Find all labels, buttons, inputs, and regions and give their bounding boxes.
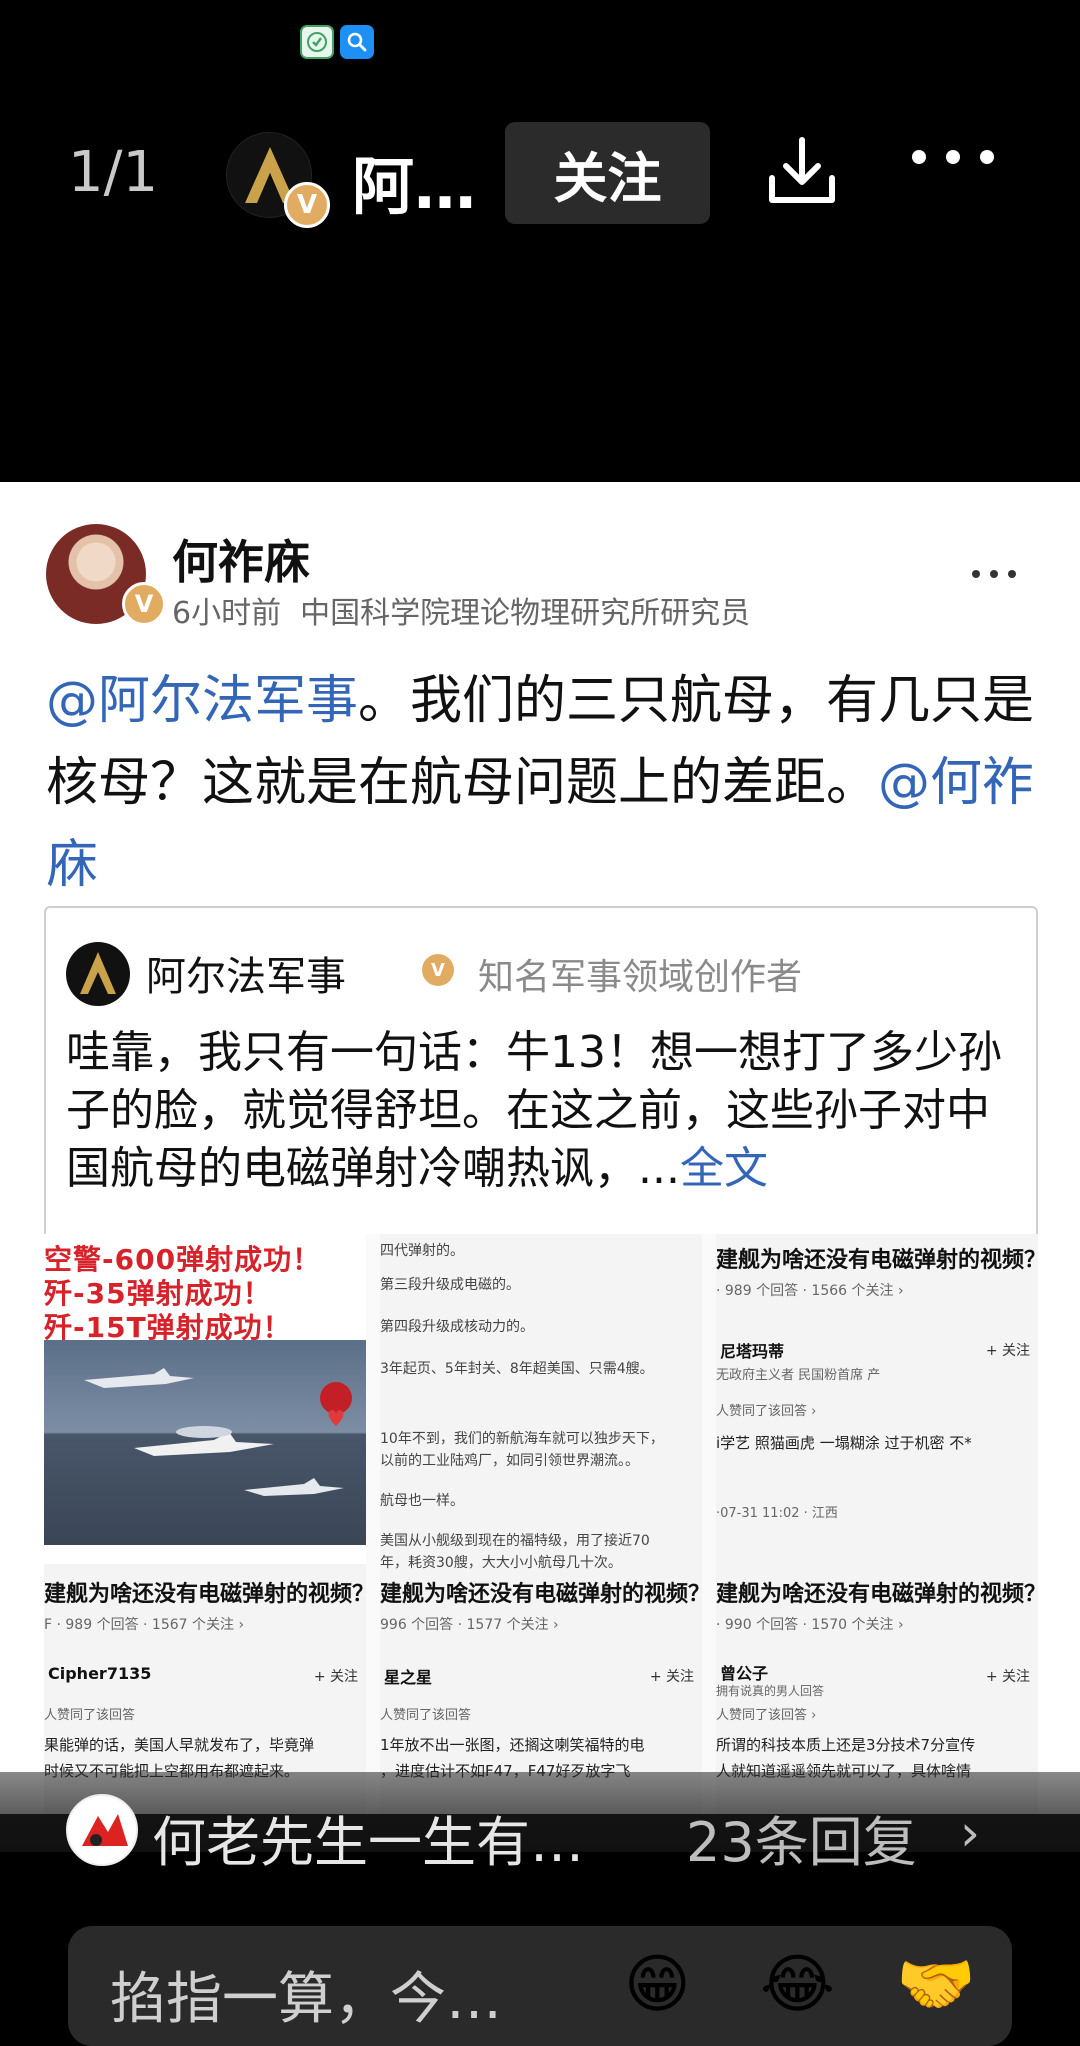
answer-line: 1年放不出一张图，还搁这喇笑福特的电 [380, 1736, 645, 1754]
collage-image-1[interactable]: 空警-600弹射成功！ 歼-35弹射成功！ 歼-15T弹射成功！ 建舰为啥还没有… [44, 1234, 366, 1814]
answer-follow: + 关注 [649, 1669, 694, 1685]
verified-badge: V [284, 182, 330, 228]
reply-preview-text[interactable]: 何老先生一生有… [152, 1798, 584, 1877]
answer-invite: 人赞同了该回答 [380, 1708, 472, 1723]
question-title: 建舰为啥还没有电磁弹射的视频？ [716, 1582, 1038, 1607]
answer-user: 星之星 [384, 1668, 433, 1687]
text-line: 第三段升级成电磁的。 [380, 1277, 520, 1293]
collage-image-2[interactable]: 四代弹射的。 第三段升级成电磁的。 第四段升级成核动力的。 3年起页、5年封关、… [380, 1234, 702, 1814]
answer-user-desc: 无政府主义者 民国粉首席 产 [716, 1368, 881, 1383]
wechat-pay-icon [300, 25, 334, 59]
answer-follow: + 关注 [985, 1343, 1030, 1359]
text-line: 年，耗资30艘，大大小小航母几十次。 [380, 1555, 622, 1571]
question-stats: · 990 个回答 · 1570 个关注 › [716, 1617, 904, 1633]
text-line: 美国从小舰级到现在的福特级，用了接近70 [380, 1533, 650, 1549]
text-line: 以前的工业陆鸡厂，如同引领世界潮流。。 [380, 1453, 639, 1469]
answer-line: 所谓的科技本质上还是3分技术7分宣传 [716, 1736, 976, 1754]
answer-line: 果能弹的话，美国人早就发布了，毕竟弹 [44, 1736, 315, 1754]
answer-line: i学艺 照猫画虎 一塌糊涂 过于机密 不* [716, 1434, 972, 1452]
top-bar: 1/1 V 阿… 关注 [0, 110, 1080, 240]
reply-count[interactable]: 23条回复 [686, 1798, 917, 1877]
quote-body: 哇靠，我只有一句话：牛13！想一想打了多少孙子的脸，就觉得舒坦。在这之前，这些孙… [66, 1024, 1022, 1198]
answer-invite: 人赞同了该回答 › [716, 1708, 817, 1723]
answer-invite: 人赞同了该回答 [44, 1708, 136, 1723]
quoted-post[interactable]: 阿尔法军事 V 知名军事领域创作者 哇靠，我只有一句话：牛13！想一想打了多少孙… [44, 906, 1038, 1246]
question-stats: 996 个回答 · 1577 个关注 › [380, 1617, 559, 1633]
quote-author-avatar [66, 942, 130, 1006]
status-bar-icons [300, 25, 374, 59]
handshake-emoji-icon[interactable]: 🤝 [896, 1950, 976, 2020]
grin-emoji-icon[interactable]: 😁 [624, 1950, 691, 2020]
quote-author-name: 阿尔法军事 [146, 954, 346, 1000]
image-counter: 1/1 [68, 140, 159, 205]
question-stats: · 989 个回答 · 1566 个关注 › [716, 1283, 904, 1299]
text-line: 第四段升级成核动力的。 [380, 1319, 534, 1335]
answer-user: 尼塔玛蒂 [720, 1342, 785, 1361]
image-collage[interactable]: 空警-600弹射成功！ 歼-35弹射成功！ 歼-15T弹射成功！ 建舰为啥还没有… [44, 1234, 1038, 1814]
author-title: 中国科学院理论物理研究所研究员 [300, 596, 751, 631]
verified-badge: V [122, 582, 166, 626]
post-more-icon[interactable] [972, 570, 1016, 578]
laugh-cry-emoji-icon[interactable]: 😂 [760, 1950, 835, 2020]
post-time: 6小时前 [172, 596, 282, 631]
more-horizontal-icon[interactable] [912, 150, 994, 164]
author-name[interactable]: 何祚庥 [172, 526, 310, 592]
post-text: @阿尔法军事。我们的三只航母，有几只是核母？这就是在航母问题上的差距。@何祚庥 [46, 660, 1036, 906]
question-title: 建舰为啥还没有电磁弹射的视频？ [380, 1582, 702, 1607]
account-avatar[interactable]: V [226, 132, 330, 228]
follow-button[interactable]: 关注 [505, 122, 710, 224]
question-stats: F · 989 个回答 · 1567 个关注 › [44, 1617, 245, 1633]
full-text-link[interactable]: 全文 [680, 1143, 768, 1194]
quote-text: 哇靠，我只有一句话：牛13！想一想打了多少孙子的脸，就觉得舒坦。在这之前，这些孙… [66, 1027, 1002, 1194]
answer-user-desc: 拥有说真的男人回答 [716, 1684, 825, 1698]
answer-date: ·07-31 11:02 · 江西 [716, 1506, 838, 1521]
answer-user: Cipher7135 [48, 1664, 152, 1683]
author-avatar[interactable]: V [46, 524, 166, 626]
comment-placeholder[interactable]: 掐指一算，今… [110, 1954, 502, 2035]
question-title: 建舰为啥还没有电磁弹射的视频？ [716, 1248, 1038, 1273]
quote-author-role: 知名军事领域创作者 [478, 957, 803, 998]
verified-badge: V [422, 954, 454, 986]
chevron-right-icon[interactable]: › [960, 1804, 980, 1862]
text-line: 10年不到，我们的新航海车就可以独步天下， [380, 1431, 664, 1447]
account-name[interactable]: 阿… [352, 136, 476, 226]
answer-follow: + 关注 [313, 1669, 358, 1685]
carrier-photo [44, 1340, 366, 1545]
post-card: V 何祚庥 6小时前 中国科学院理论物理研究所研究员 @阿尔法军事。我们的三只航… [0, 482, 1080, 1814]
mention-link[interactable]: @阿尔法军事 [46, 671, 358, 731]
poster: 空警-600弹射成功！ 歼-35弹射成功！ 歼-15T弹射成功！ [44, 1234, 366, 1564]
text-line: 3年起页、5年封关、8年超美国、只需4艘。 [380, 1361, 654, 1377]
text-line: 四代弹射的。 [380, 1243, 464, 1259]
author-meta: 6小时前 中国科学院理论物理研究所研究员 [172, 588, 750, 632]
answer-user: 曾公子 [720, 1664, 769, 1683]
collage-image-3[interactable]: 建舰为啥还没有电磁弹射的视频？ · 989 个回答 · 1566 个关注 › 尼… [716, 1234, 1038, 1814]
question-title: 建舰为啥还没有电磁弹射的视频？ [44, 1582, 366, 1607]
answer-invite: 人赞同了该回答 › [716, 1404, 817, 1419]
text-line: 航母也一样。 [380, 1493, 464, 1509]
search-icon [340, 25, 374, 59]
download-icon[interactable] [762, 132, 842, 212]
reply-avatar [66, 1794, 138, 1866]
